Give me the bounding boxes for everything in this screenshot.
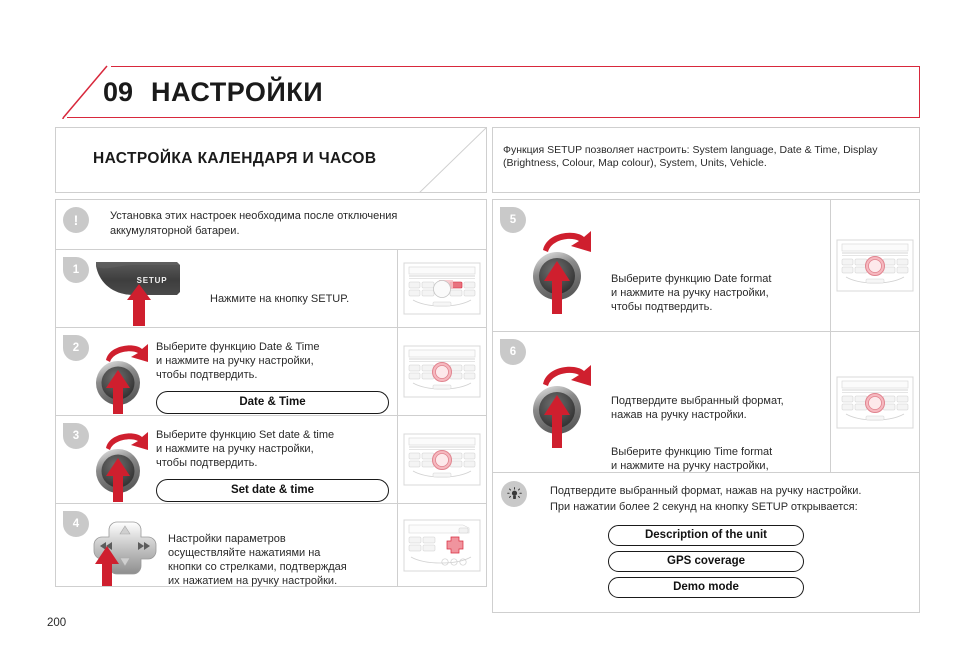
step-row: 3 Выберите функцию Set date & time и наж… [55,415,487,503]
step-badge: 6 [500,339,526,365]
exclamation-icon: ! [63,207,89,233]
dpad-graphic [82,514,168,591]
step-text: Настройки параметров осуществляйте нажат… [168,514,389,602]
step-text: Выберите функцию Date format и нажмите н… [611,222,822,328]
svg-text:SETUP: SETUP [137,276,168,285]
lightbulb-glyph-icon [506,486,522,499]
step-row: 2 Выберите функцию Date & Time и нажмите… [55,327,487,415]
step-content: 4 Настройки параметров осуществляйте наж… [56,504,397,587]
tip-text: Подтвердите выбранный формат, нажав на р… [550,483,909,515]
radio-unit-thumbnail [830,332,919,472]
radio-unit-thumbnail [397,328,486,415]
tip-box: Подтвердите выбранный формат, нажав на р… [492,472,920,613]
step-line: Выберите функцию Set date & time и нажми… [156,429,335,469]
chapter-header: 09 НАСТРОЙКИ [59,62,920,121]
option-pill-gps-coverage[interactable]: GPS coverage [608,551,804,572]
setup-button-graphic: SETUP [94,256,204,331]
step-content: 1 SETUP Нажмите на кнопку SETUP. [56,250,397,327]
radio-unit-thumbnail [397,416,486,503]
rotary-knob-graphic [90,336,156,419]
radio-unit-knob-highlight-icon [403,433,481,486]
step-line: Настройки параметров осуществляйте нажат… [168,533,347,587]
lightbulb-icon [501,481,527,507]
option-pill-demo-mode[interactable]: Demo mode [608,577,804,598]
rotary-knob-graphic [525,222,611,327]
section-description-box: Функция SETUP позволяет настроить: Syste… [492,127,920,193]
tip-line-2: При нажатии более 2 секунд на кнопку SET… [550,501,858,513]
step-badge: 2 [63,335,89,361]
step-line: Выберите функцию Date format и нажмите н… [611,273,772,313]
chapter-number: 09 [103,76,134,107]
step-badge: 3 [63,423,89,449]
option-pill-set-date-time[interactable]: Set date & time [156,479,389,502]
radio-unit-thumbnail [397,504,486,586]
step-badge: 1 [63,257,89,283]
radio-unit-dpad-highlight-icon [403,519,481,571]
radio-unit-thumbnail [397,250,486,327]
left-column: ! Установка этих настроек необходима пос… [55,199,487,587]
radio-unit-knob-highlight-icon [836,239,914,292]
section-title-diagonal-cut-icon [412,128,486,192]
page-number: 200 [47,617,67,629]
section-description: Функция SETUP позволяет настроить: Syste… [503,144,878,169]
tip-line-1: Подтвердите выбранный формат, нажав на р… [550,485,862,497]
step-line: Выберите функцию Date & Time и нажмите н… [156,341,320,381]
step-line: Нажмите на кнопку SETUP. [210,293,350,305]
right-column: 5 Выберите функцию Date format и нажмите… [492,199,920,613]
step-row: 4 Настройки параметров осуществляйте наж… [55,503,487,587]
step-text: Выберите функцию Set date & time и нажми… [156,424,389,502]
step-text: Выберите функцию Date & Time и нажмите н… [156,336,389,414]
step-content: 5 Выберите функцию Date format и нажмите… [493,200,830,331]
option-pill-description-of-the-unit[interactable]: Description of the unit [608,525,804,546]
warning-note-row: ! Установка этих настроек необходима пос… [55,199,487,249]
radio-unit-thumbnail [830,200,919,331]
step-content: 2 Выберите функцию Date & Time и нажмите… [56,328,397,415]
step-row: 5 Выберите функцию Date format и нажмите… [492,199,920,331]
option-pill-date-time[interactable]: Date & Time [156,391,389,414]
tip-options-list: Description of the unit GPS coverage Dem… [608,525,804,598]
radio-unit-knob-highlight-icon [836,376,914,428]
rotary-knob-graphic [90,424,156,507]
rotary-knob-graphic [525,356,611,461]
step-text: Нажмите на кнопку SETUP. [204,256,349,320]
section-title: НАСТРОЙКА КАЛЕНДАРЯ И ЧАСОВ [93,150,377,167]
warning-note-text: Установка этих настроек необходима после… [110,210,398,237]
step-content: 3 Выберите функцию Set date & time и наж… [56,416,397,503]
manual-page: 09 НАСТРОЙКИ НАСТРОЙКА КАЛЕНДАРЯ И ЧАСОВ… [0,0,954,666]
step-row: 1 SETUP Нажмите на кнопку SETUP. [55,249,487,327]
step-line: Подтвердите выбранный формат, нажав на р… [611,395,784,421]
step-row: 6 Подтвердите выбранный формат, нажав на… [492,331,920,486]
section-title-box: НАСТРОЙКА КАЛЕНДАРЯ И ЧАСОВ [55,127,487,193]
step-content: 6 Подтвердите выбранный формат, нажав на… [493,332,830,486]
radio-unit-setup-highlight-icon [403,262,481,315]
radio-unit-knob-highlight-icon [403,345,481,398]
page-title: НАСТРОЙКИ [151,76,324,107]
step-badge: 5 [500,207,526,233]
